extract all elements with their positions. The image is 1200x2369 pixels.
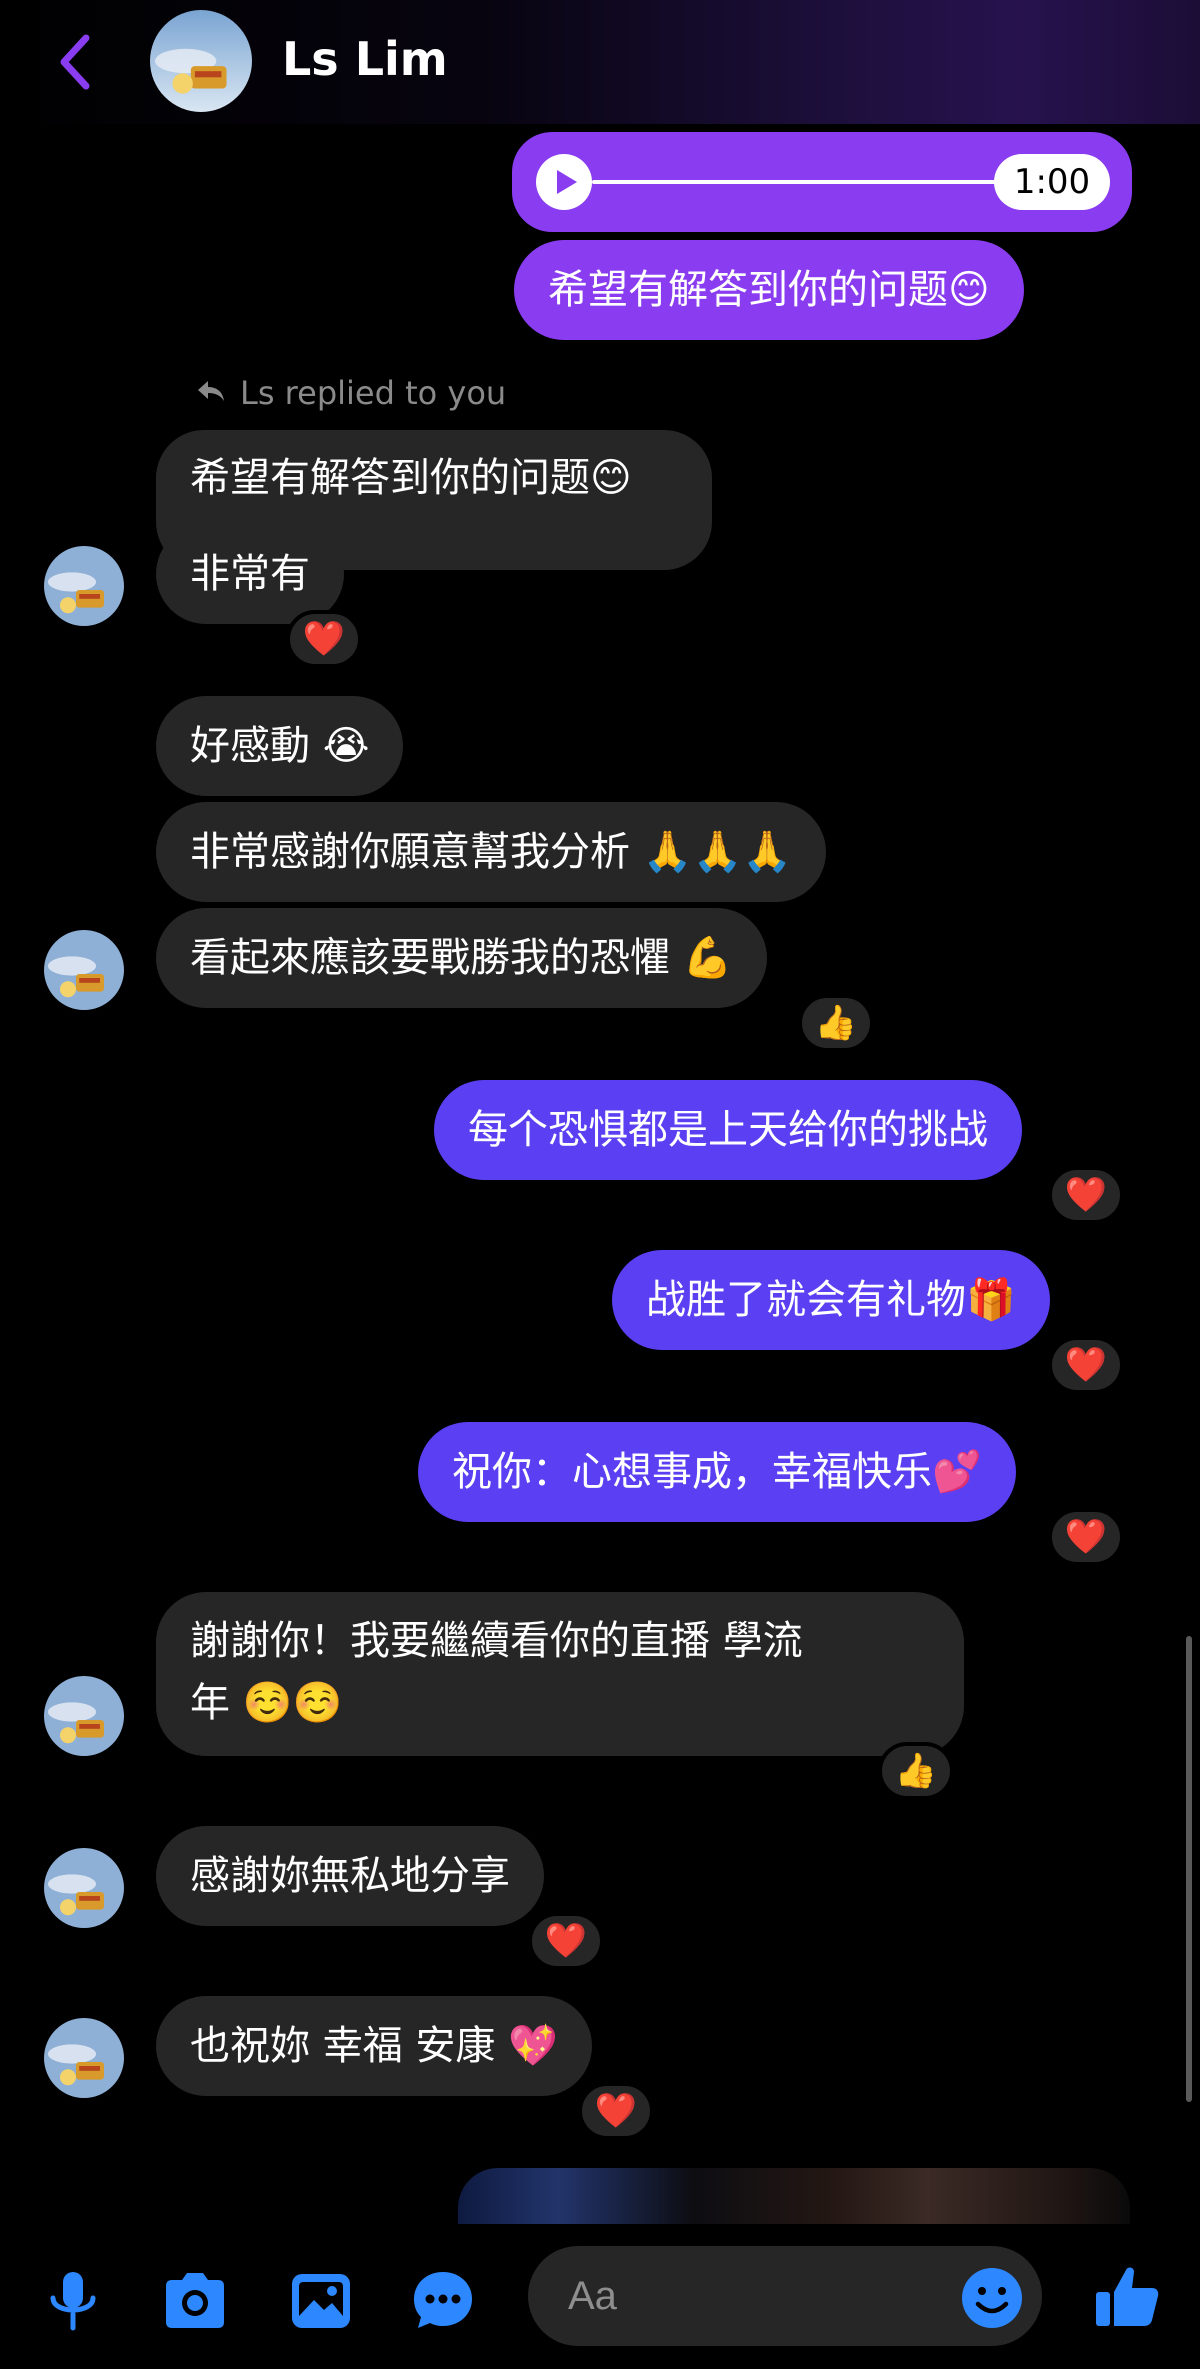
message-bubble-incoming[interactable]: 非常感謝你願意幫我分析 🙏🙏🙏	[156, 802, 827, 902]
message-bubble-outgoing[interactable]: 每个恐惧都是上天给你的挑战	[434, 1080, 1022, 1180]
voice-message[interactable]: 1:00	[512, 132, 1132, 232]
reaction-heart[interactable]: ❤️	[528, 1912, 604, 1970]
media-message-preview[interactable]	[458, 2168, 1130, 2224]
image-icon[interactable]	[286, 2266, 356, 2336]
message-bubble-incoming[interactable]: 感謝妳無私地分享	[156, 1826, 544, 1926]
message-input[interactable]	[568, 2266, 948, 2326]
message-bubble-incoming[interactable]: 非常有	[156, 524, 344, 624]
avatar[interactable]	[44, 930, 124, 1010]
chat-header: Ls Lim	[0, 0, 1200, 124]
message-bubble-outgoing[interactable]: 祝你：心想事成，幸福快乐💕	[418, 1422, 1016, 1522]
message-line: 年 ☺️☺️	[190, 1680, 343, 1726]
reaction-heart[interactable]: ❤️	[286, 610, 362, 668]
message-bubble-outgoing[interactable]: 希望有解答到你的问题😊	[514, 240, 1024, 340]
reply-arrow-icon	[198, 381, 224, 401]
chat-bubble-icon[interactable]	[408, 2266, 478, 2336]
message-bubble-incoming[interactable]: 看起來應該要戰勝我的恐懼 💪	[156, 908, 767, 1008]
audio-progress-track[interactable]	[592, 180, 1012, 184]
contact-name[interactable]: Ls Lim	[282, 32, 448, 86]
reaction-thumbs-up[interactable]: 👍	[798, 994, 874, 1052]
message-line: 謝謝你！我要繼續看你的直播 學流	[190, 1618, 803, 1664]
avatar[interactable]	[150, 10, 252, 112]
back-arrow-icon[interactable]	[52, 30, 100, 94]
avatar[interactable]	[44, 2018, 124, 2098]
reply-label: Ls replied to you	[240, 374, 507, 412]
message-bubble-outgoing[interactable]: 战胜了就会有礼物🎁	[612, 1250, 1050, 1350]
thumbs-up-icon[interactable]	[1092, 2262, 1162, 2332]
avatar[interactable]	[44, 546, 124, 626]
reaction-heart[interactable]: ❤️	[578, 2082, 654, 2140]
microphone-icon[interactable]	[38, 2266, 108, 2336]
message-bubble-incoming[interactable]: 好感動 😭	[156, 696, 404, 796]
camera-icon[interactable]	[160, 2266, 230, 2336]
play-icon[interactable]	[536, 154, 592, 210]
avatar[interactable]	[44, 1848, 124, 1928]
reaction-thumbs-up[interactable]: 👍	[878, 1742, 954, 1800]
reaction-heart[interactable]: ❤️	[1048, 1508, 1124, 1566]
message-bubble-incoming[interactable]: 也祝妳 幸福 安康 💖	[156, 1996, 592, 2096]
smiley-icon[interactable]	[960, 2266, 1024, 2330]
reaction-heart[interactable]: ❤️	[1048, 1336, 1124, 1394]
avatar[interactable]	[44, 1676, 124, 1756]
message-bubble-incoming[interactable]: 謝謝你！我要繼續看你的直播 學流 年 ☺️☺️	[156, 1592, 964, 1756]
audio-duration: 1:00	[994, 154, 1110, 210]
scrollbar[interactable]	[1186, 1636, 1192, 2102]
reaction-heart[interactable]: ❤️	[1048, 1166, 1124, 1224]
